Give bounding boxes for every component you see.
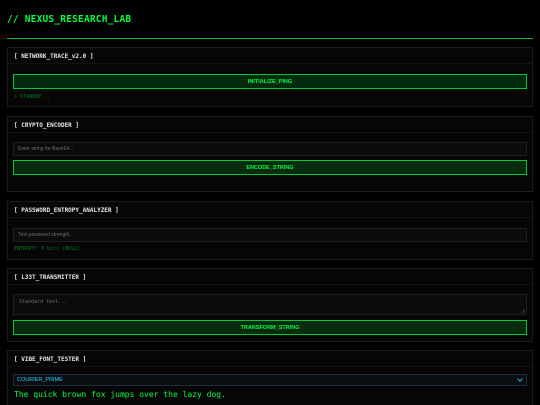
font-select-value: COURIER_PRIME — [17, 377, 63, 383]
entropy-status: ENTROPY: 0 bits (NULL) — [14, 246, 81, 252]
panel-divider — [8, 284, 532, 285]
encode-string-button[interactable]: ENCODE_STRING — [13, 160, 527, 175]
chevron-down-icon — [517, 378, 523, 382]
app-title: // NEXUS_RESEARCH_LAB — [7, 14, 132, 25]
font-preview-text: The quick brown fox jumps over the lazy … — [14, 390, 226, 399]
standard-text-textarea[interactable]: Standard text... — [13, 294, 527, 315]
network-trace-status: > STANDBY... — [14, 94, 51, 100]
crypto-encoder-title: [ CRYPTO_ENCODER ] — [14, 122, 80, 129]
vibe-font-tester-panel: [ VIBE_FONT_TESTER ] COURIER_PRIME The q… — [7, 350, 533, 405]
font-select[interactable]: COURIER_PRIME — [13, 374, 527, 386]
transform-string-button[interactable]: TRANSFORM_STRING — [13, 320, 527, 335]
panel-divider — [8, 132, 532, 133]
panel-divider — [8, 63, 532, 64]
panel-divider — [8, 217, 532, 218]
network-trace-title: [ NETWORK_TRACE_v2.0 ] — [14, 53, 94, 60]
network-trace-panel: [ NETWORK_TRACE_v2.0 ] INITIALIZE_PING >… — [7, 47, 533, 107]
textarea-placeholder: Standard text... — [19, 299, 68, 305]
resize-grip-icon[interactable] — [521, 309, 525, 313]
vibe-font-tester-title: [ VIBE_FONT_TESTER ] — [14, 356, 87, 363]
base64-input[interactable]: Enter string for Base64... — [13, 142, 527, 156]
crypto-encoder-panel: [ CRYPTO_ENCODER ] Enter string for Base… — [7, 116, 533, 192]
password-entropy-panel: [ PASSWORD_ENTROPY_ANALYZER ] Test passw… — [7, 201, 533, 260]
l33t-transmitter-panel: [ L33T_TRANSMITTER ] Standard text... TR… — [7, 268, 533, 342]
initialize-ping-button[interactable]: INITIALIZE_PING — [13, 74, 527, 89]
panel-divider — [8, 366, 532, 367]
header-divider — [7, 38, 533, 39]
password-input[interactable]: Test password strength... — [13, 228, 527, 242]
l33t-transmitter-title: [ L33T_TRANSMITTER ] — [14, 274, 87, 281]
password-entropy-title: [ PASSWORD_ENTROPY_ANALYZER ] — [14, 207, 119, 214]
